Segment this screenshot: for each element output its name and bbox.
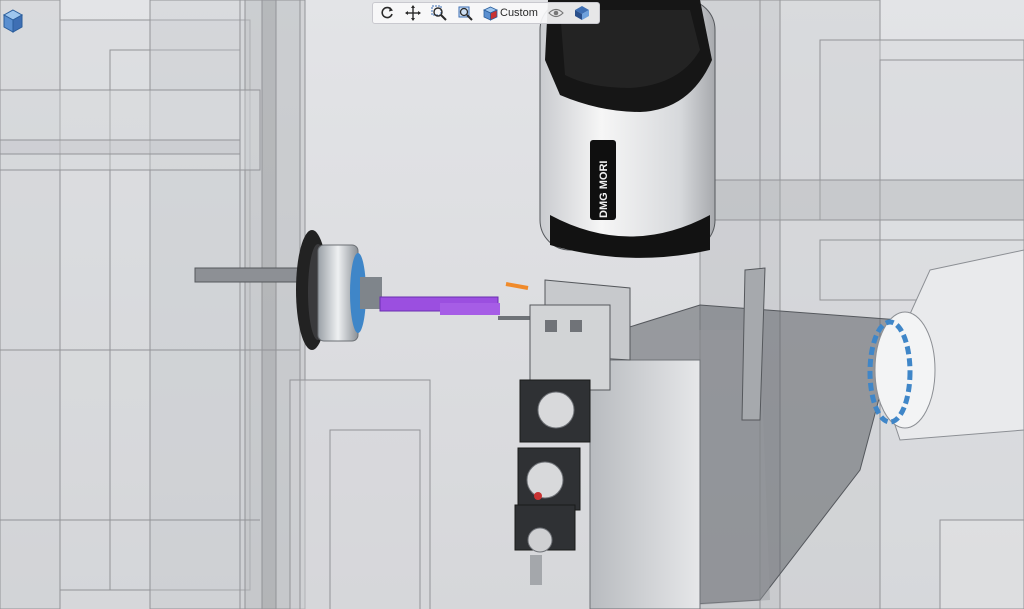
display-style-button[interactable] — [572, 4, 592, 22]
eye-icon — [548, 8, 564, 18]
view-cube-icon[interactable] — [2, 8, 24, 34]
cube-view-icon — [483, 6, 498, 21]
spindle-brand-label: DMG MORI — [598, 161, 610, 218]
milling-spindle-head: DMG MORI — [539, 0, 716, 258]
zoom-window-icon — [431, 5, 447, 21]
view-mode-button[interactable]: Custom — [481, 4, 540, 22]
viewport-toolbar: Custom — [372, 2, 600, 24]
rotate-icon — [381, 6, 393, 19]
machine-scene: DMG MORI — [0, 0, 1024, 609]
zoom-fit-button[interactable] — [455, 4, 475, 22]
3d-machine-viewport[interactable]: DMG MORI — [0, 0, 1024, 609]
zoom-fit-icon — [458, 6, 473, 21]
visibility-toggle-button[interactable] — [546, 4, 566, 22]
pan-icon — [405, 5, 421, 21]
rotate-view-button[interactable] — [377, 4, 397, 22]
display-style-icon — [574, 6, 589, 20]
pan-view-button[interactable] — [403, 4, 423, 22]
zoom-window-button[interactable] — [429, 4, 449, 22]
view-mode-label: Custom — [500, 7, 538, 19]
